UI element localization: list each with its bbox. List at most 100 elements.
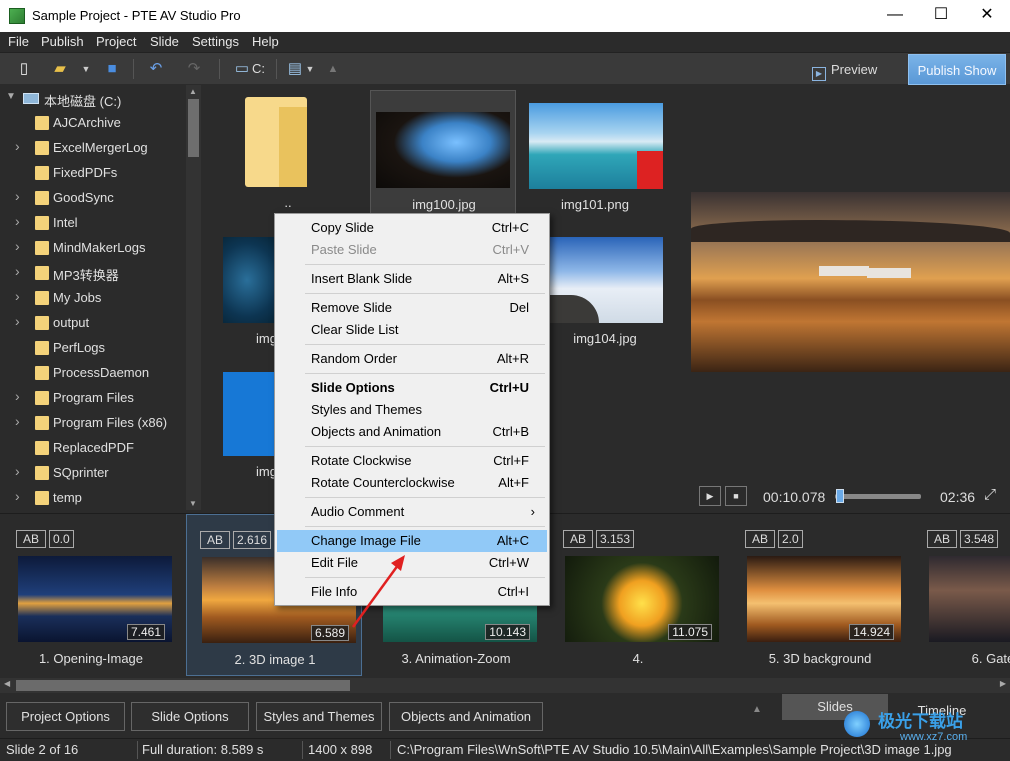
slide-thumbnail[interactable]: AB 2.0 14.924 5. 3D background: [732, 514, 908, 676]
transition-badge[interactable]: AB: [745, 530, 775, 548]
transition-duration-badge[interactable]: 0.0: [49, 530, 74, 548]
maximize-button[interactable]: ☐: [918, 0, 964, 32]
tree-item[interactable]: PerfLogs: [0, 336, 185, 360]
slide-thumbnail[interactable]: AB3.548 6. Gates -t: [914, 514, 1010, 676]
chevron-right-icon[interactable]: ›: [15, 463, 20, 479]
chevron-right-icon[interactable]: ›: [15, 313, 20, 329]
menu-item-rotate-counterclockwise[interactable]: Rotate Counterclockwise Alt+F: [277, 472, 547, 494]
tree-item[interactable]: › MP3转换器: [0, 261, 185, 285]
chevron-right-icon[interactable]: ›: [15, 238, 20, 254]
transition-duration-badge[interactable]: 3.548: [960, 530, 999, 548]
chevron-right-icon[interactable]: ›: [15, 213, 20, 229]
tree-item-label: AJCArchive: [53, 115, 121, 130]
chevron-right-icon[interactable]: ›: [15, 188, 20, 204]
menu-item-paste-slide[interactable]: Paste Slide Ctrl+V: [277, 239, 547, 261]
tree-scroll-thumb[interactable]: [188, 99, 199, 157]
tree-item[interactable]: › output: [0, 311, 185, 335]
menu-item-copy-slide[interactable]: Copy Slide Ctrl+C: [277, 217, 547, 239]
menu-item-shortcut: Ctrl+V: [492, 242, 529, 257]
transition-badge[interactable]: AB: [16, 530, 46, 548]
menu-item-insert-blank-slide[interactable]: Insert Blank Slide Alt+S: [277, 268, 547, 290]
chevron-right-icon[interactable]: ›: [15, 388, 20, 404]
chevron-down-icon[interactable]: ▼: [6, 91, 16, 102]
tree-item[interactable]: AJCArchive: [0, 111, 185, 135]
drive-label[interactable]: C:: [252, 59, 265, 79]
collapse-arrow-icon[interactable]: ▲: [752, 704, 762, 715]
menu-help[interactable]: Help: [252, 34, 279, 49]
folder-up-icon[interactable]: ▲: [323, 59, 343, 79]
styles-and-themes-button[interactable]: Styles and Themes: [256, 702, 382, 731]
menu-item-audio-comment[interactable]: Audio Comment ›: [277, 501, 547, 523]
open-folder-icon[interactable]: ▰: [50, 59, 70, 79]
menu-item-slide-options[interactable]: Slide Options Ctrl+U: [277, 377, 547, 399]
publish-show-button[interactable]: Publish Show: [908, 54, 1006, 85]
tree-item[interactable]: FixedPDFs: [0, 161, 185, 185]
menu-item-objects-and-animation[interactable]: Objects and Animation Ctrl+B: [277, 421, 547, 443]
slide-thumbnail[interactable]: AB 3.153 11.075 4.: [550, 514, 726, 676]
chevron-right-icon[interactable]: ›: [15, 138, 20, 154]
transition-duration-badge[interactable]: 2.0: [778, 530, 803, 548]
filmstrip-scroll-thumb[interactable]: [16, 680, 350, 691]
minimize-button[interactable]: —: [872, 0, 918, 32]
transition-badge[interactable]: AB: [927, 530, 957, 548]
chevron-right-icon[interactable]: ›: [15, 413, 20, 429]
menu-separator: [305, 526, 545, 527]
tree-item[interactable]: › temp: [0, 486, 185, 510]
seek-bar[interactable]: [835, 489, 921, 503]
save-icon[interactable]: ■: [102, 59, 122, 79]
drive-icon[interactable]: ▭: [232, 59, 252, 79]
open-recent-dropdown-icon[interactable]: ▼: [76, 59, 96, 79]
menu-slide[interactable]: Slide: [150, 34, 179, 49]
fullscreen-icon[interactable]: ⤢: [984, 486, 996, 503]
menu-item-remove-slide[interactable]: Remove Slide Del: [277, 297, 547, 319]
menu-file[interactable]: File: [8, 34, 29, 49]
undo-icon[interactable]: ↶: [146, 59, 166, 79]
menu-settings[interactable]: Settings: [192, 34, 239, 49]
transition-badge[interactable]: AB: [563, 530, 593, 548]
menu-project[interactable]: Project: [96, 34, 136, 49]
tree-item[interactable]: › ExcelMergerLog: [0, 136, 185, 160]
tree-item[interactable]: ProcessDaemon: [0, 361, 185, 385]
tree-item[interactable]: › My Jobs: [0, 286, 185, 310]
tree-item[interactable]: ReplacedPDF: [0, 436, 185, 460]
objects-and-animation-button[interactable]: Objects and Animation: [389, 702, 543, 731]
preview-image: [691, 192, 1010, 372]
folder-icon: [35, 341, 49, 355]
preview-button[interactable]: ▶ Preview: [812, 59, 884, 81]
transition-duration-badge[interactable]: 2.616: [233, 531, 272, 549]
menu-separator: [305, 264, 545, 265]
tree-item[interactable]: › Program Files: [0, 386, 185, 410]
transition-badge[interactable]: AB: [200, 531, 230, 549]
slide-options-button[interactable]: Slide Options: [131, 702, 249, 731]
tree-item[interactable]: › SQprinter: [0, 461, 185, 485]
close-button[interactable]: ✕: [964, 0, 1010, 32]
new-file-icon[interactable]: ▯: [14, 59, 34, 79]
tree-item[interactable]: › Intel: [0, 211, 185, 235]
project-options-button[interactable]: Project Options: [6, 702, 125, 731]
menu-item-styles-and-themes[interactable]: Styles and Themes: [277, 399, 547, 421]
menu-item-rotate-clockwise[interactable]: Rotate Clockwise Ctrl+F: [277, 450, 547, 472]
transition-duration-badge[interactable]: 3.153: [596, 530, 635, 548]
preview-label: Preview: [831, 62, 878, 77]
menu-publish[interactable]: Publish: [41, 34, 84, 49]
parent-folder-item[interactable]: ..: [223, 93, 353, 213]
tree-root-drive[interactable]: ▼ 本地磁盘 (C:): [0, 87, 185, 111]
file-item-img101[interactable]: img101.png: [525, 93, 665, 215]
menu-item-clear-slide-list[interactable]: Clear Slide List: [277, 319, 547, 341]
play-button[interactable]: ▶: [699, 486, 721, 506]
view-mode-dropdown-icon[interactable]: ▼: [300, 59, 320, 79]
menu-item-random-order[interactable]: Random Order Alt+R: [277, 348, 547, 370]
file-item-img100[interactable]: img100.jpg: [370, 90, 516, 215]
tree-item[interactable]: › MindMakerLogs: [0, 236, 185, 260]
chevron-right-icon[interactable]: ›: [15, 263, 20, 279]
redo-icon[interactable]: ↷: [184, 59, 204, 79]
tree-item[interactable]: › GoodSync: [0, 186, 185, 210]
slide-image: 7.461: [18, 556, 172, 642]
tree-item-label: ReplacedPDF: [53, 440, 134, 455]
seek-thumb[interactable]: [836, 489, 845, 503]
slide-thumbnail[interactable]: AB 0.0 7.461 1. Opening-Image: [3, 514, 179, 676]
stop-button[interactable]: ■: [725, 486, 747, 506]
tree-item[interactable]: › Program Files (x86): [0, 411, 185, 435]
chevron-right-icon[interactable]: ›: [15, 288, 20, 304]
chevron-right-icon[interactable]: ›: [15, 488, 20, 504]
